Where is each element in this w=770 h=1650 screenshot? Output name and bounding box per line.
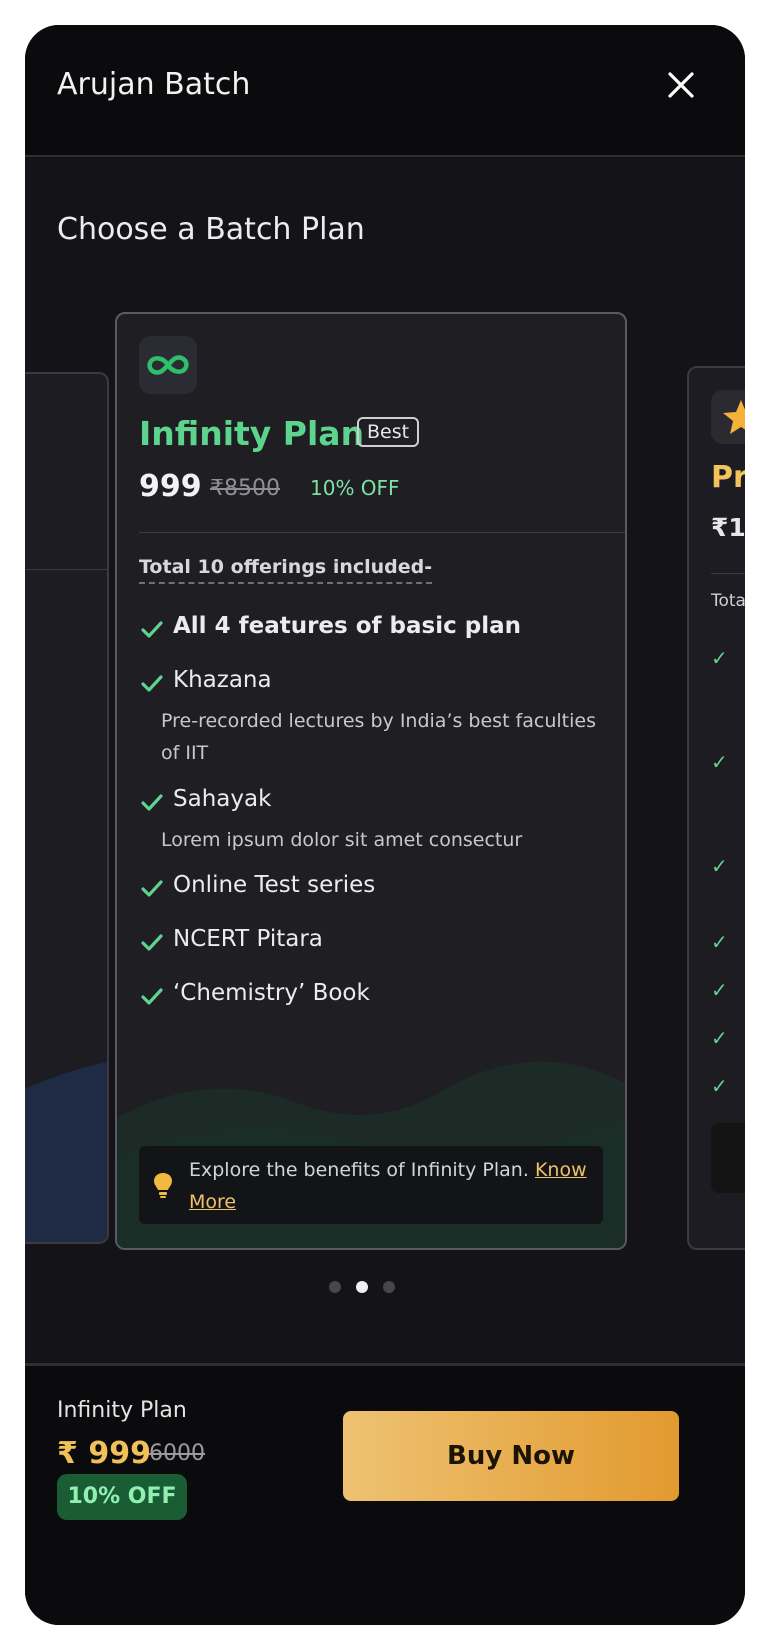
info-message: Explore the benefits of Infinity Plan. [189, 1159, 529, 1181]
info-text: Explore the benefits of Infinity Plan. K… [189, 1154, 589, 1218]
card-divider [711, 573, 745, 574]
batch-plan-modal: Arujan Batch Choose a Batch Plan Pr ₹14 … [25, 25, 745, 1625]
check-icon: ✓ [711, 854, 728, 878]
feature-title: Sahayak [173, 786, 272, 812]
feature-title: NCERT Pitara [173, 926, 323, 952]
info-box [711, 1123, 745, 1193]
feature-description: Pre-recorded lectures by India’s best fa… [161, 710, 596, 764]
check-icon [141, 934, 163, 951]
check-icon [141, 794, 163, 811]
feature-title: Khazana [173, 667, 272, 693]
original-price: ₹8500 [210, 476, 280, 501]
plan-name: Infinity Plan [139, 414, 365, 453]
check-icon [141, 621, 163, 638]
infinity-icon [147, 355, 189, 375]
modal-title: Arujan Batch [57, 67, 251, 102]
pagination-dot[interactable] [329, 1281, 341, 1293]
offerings-heading: Tota [711, 591, 745, 611]
selected-plan-original-price: 6000 [149, 1441, 205, 1466]
infinity-plan-card[interactable]: Infinity Plan Best 999 ₹8500 10% OFF Tot… [115, 312, 627, 1250]
modal-header: Arujan Batch [25, 25, 745, 157]
check-icon: ✓ [711, 1026, 728, 1050]
section-title: Choose a Batch Plan [57, 212, 365, 247]
carousel-pagination [329, 1281, 409, 1295]
card-divider [139, 532, 625, 533]
next-plan-card[interactable]: Pr ₹14 Tota ✓ ✓ ✓ ✓ ✓ ✓ ✓ [687, 366, 745, 1250]
card-divider [25, 569, 107, 570]
check-icon: ✓ [711, 750, 728, 774]
purchase-footer: Infinity Plan ₹ 999 6000 10% OFF Buy Now [25, 1363, 745, 1625]
plan-name: Pr [711, 460, 745, 495]
check-icon: ✓ [711, 646, 728, 670]
close-icon[interactable] [663, 67, 699, 103]
card-wave-decoration [25, 1062, 107, 1242]
star-icon [723, 400, 745, 434]
plan-price: 999 [139, 469, 202, 504]
previous-plan-card[interactable] [25, 372, 109, 1244]
check-icon: ✓ [711, 930, 728, 954]
plan-price: ₹14 [711, 513, 745, 542]
feature-description: Lorem ipsum dolor sit amet consectur [161, 829, 523, 851]
plan-icon [139, 336, 197, 394]
discount-label: 10% OFF [310, 476, 400, 500]
offerings-heading: Total 10 offerings included- [139, 556, 433, 584]
feature-title: ‘Chemistry’ Book [173, 980, 370, 1006]
feature-title: Online Test series [173, 872, 376, 898]
plan-icon [711, 390, 745, 444]
discount-badge: 10% OFF [57, 1474, 187, 1520]
selected-plan-name: Infinity Plan [57, 1398, 187, 1423]
best-badge: Best [357, 417, 420, 447]
selected-plan-price: ₹ 999 [57, 1436, 151, 1471]
check-icon [141, 880, 163, 897]
buy-now-button[interactable]: Buy Now [343, 1411, 679, 1501]
lightbulb-icon [154, 1173, 172, 1198]
info-box: Explore the benefits of Infinity Plan. K… [139, 1146, 603, 1224]
feature-title: All 4 features of basic plan [173, 613, 521, 639]
pagination-dot-active[interactable] [356, 1281, 368, 1293]
check-icon: ✓ [711, 978, 728, 1002]
check-icon [141, 988, 163, 1005]
check-icon [141, 675, 163, 692]
pagination-dot[interactable] [383, 1281, 395, 1293]
check-icon: ✓ [711, 1074, 728, 1098]
